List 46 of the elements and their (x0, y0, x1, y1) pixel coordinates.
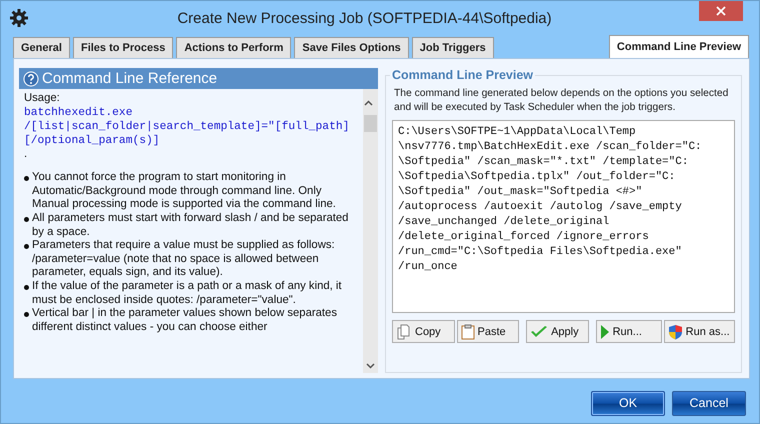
bullet-icon (24, 284, 29, 290)
copy-button[interactable]: Copy (392, 320, 455, 343)
reference-note: Parameters that require a value must be supplied as follows: /parameter=value (note that no space is allowed between parameter, equals sign, and its value). (32, 239, 336, 280)
bullet-icon (24, 244, 29, 250)
scroll-up-icon[interactable] (364, 100, 373, 106)
tab[interactable]: Actions to Perform (176, 37, 292, 58)
tab[interactable]: Job Triggers (412, 37, 494, 58)
dialog-button[interactable]: OK (591, 390, 665, 416)
runas-button[interactable]: Run as... (664, 320, 735, 343)
tab[interactable]: Files to Process (72, 37, 174, 58)
usage-code: [/optional_param(s)] (24, 134, 161, 148)
copy-icon (396, 324, 412, 340)
run-button[interactable]: Run... (596, 320, 662, 343)
close-icon (716, 6, 726, 16)
scrollbar[interactable] (363, 89, 378, 373)
reference-title: Command Line Reference (42, 70, 218, 87)
reference-note: All parameters must start with forward slash / and be separated by a space. (32, 212, 349, 240)
help-icon (23, 70, 39, 86)
reference-text: Usage: (24, 92, 60, 104)
bullet-icon (24, 216, 29, 222)
dialog-button[interactable]: Cancel (672, 390, 746, 416)
checkmark-icon (530, 324, 548, 338)
scroll-thumb[interactable] (364, 115, 377, 132)
window-title: Create New Processing Job (SOFTPEDIA-44\Softpedia) (176, 10, 553, 26)
bullet-icon (24, 312, 29, 318)
preview-description: The command line generated below depends on the options you selected and will be executed by Task Scheduler when the job triggers. (394, 87, 730, 114)
reference-note: If the value of the parameter is a path or a mask of any kind, it must be enclosed inside quotes: /parameter="value". (32, 280, 343, 308)
apply-button[interactable]: Apply (526, 320, 589, 343)
reference-text: . (24, 148, 28, 160)
group-title: Command Line Preview (391, 68, 534, 82)
usage-code: /[list|scan_folder|search_template]="[full_path] (24, 120, 349, 134)
close-button[interactable] (699, 1, 743, 21)
command-line-field[interactable]: C:\Users\SOFTPE~1\AppData\Local\Temp \nsv7776.tmp\BatchHexEdit.exe /scan_folder="C: \Softpedia" /scan_mask="*.txt" /template="C: \Softpedia\Softpedia.tplx" /out_folder="C: \Softpedia" /out_mask="Softpedia <#>" /autoprocess /autoexit /autolog /save_empty /save_unchanged /delete_original /delete_original_forced /ignore_errors /run_cmd="C:\Softpedia Files\Softpedia.exe" /run_once (392, 120, 735, 313)
gear-icon (10, 9, 28, 27)
tab[interactable]: Command Line Preview (608, 35, 749, 58)
usage-code: batchhexedit.exe (24, 106, 134, 120)
tab[interactable]: General (13, 37, 70, 58)
clipboard-icon (460, 324, 475, 340)
reference-note: Vertical bar | in the parameter values shown below separates different distinct values - you can choose either (32, 307, 338, 334)
bullet-icon (24, 176, 29, 182)
tab[interactable]: Save Files Options (294, 37, 409, 58)
scroll-down-icon[interactable] (366, 363, 375, 369)
reference-note: You cannot force the program to start monitoring in Automatic/Background mode through command line. Only Manual processing mode is supported via the command line. (32, 171, 337, 212)
paste-button[interactable]: Paste (456, 320, 520, 343)
play-icon (600, 324, 610, 340)
shield-icon (668, 324, 683, 340)
